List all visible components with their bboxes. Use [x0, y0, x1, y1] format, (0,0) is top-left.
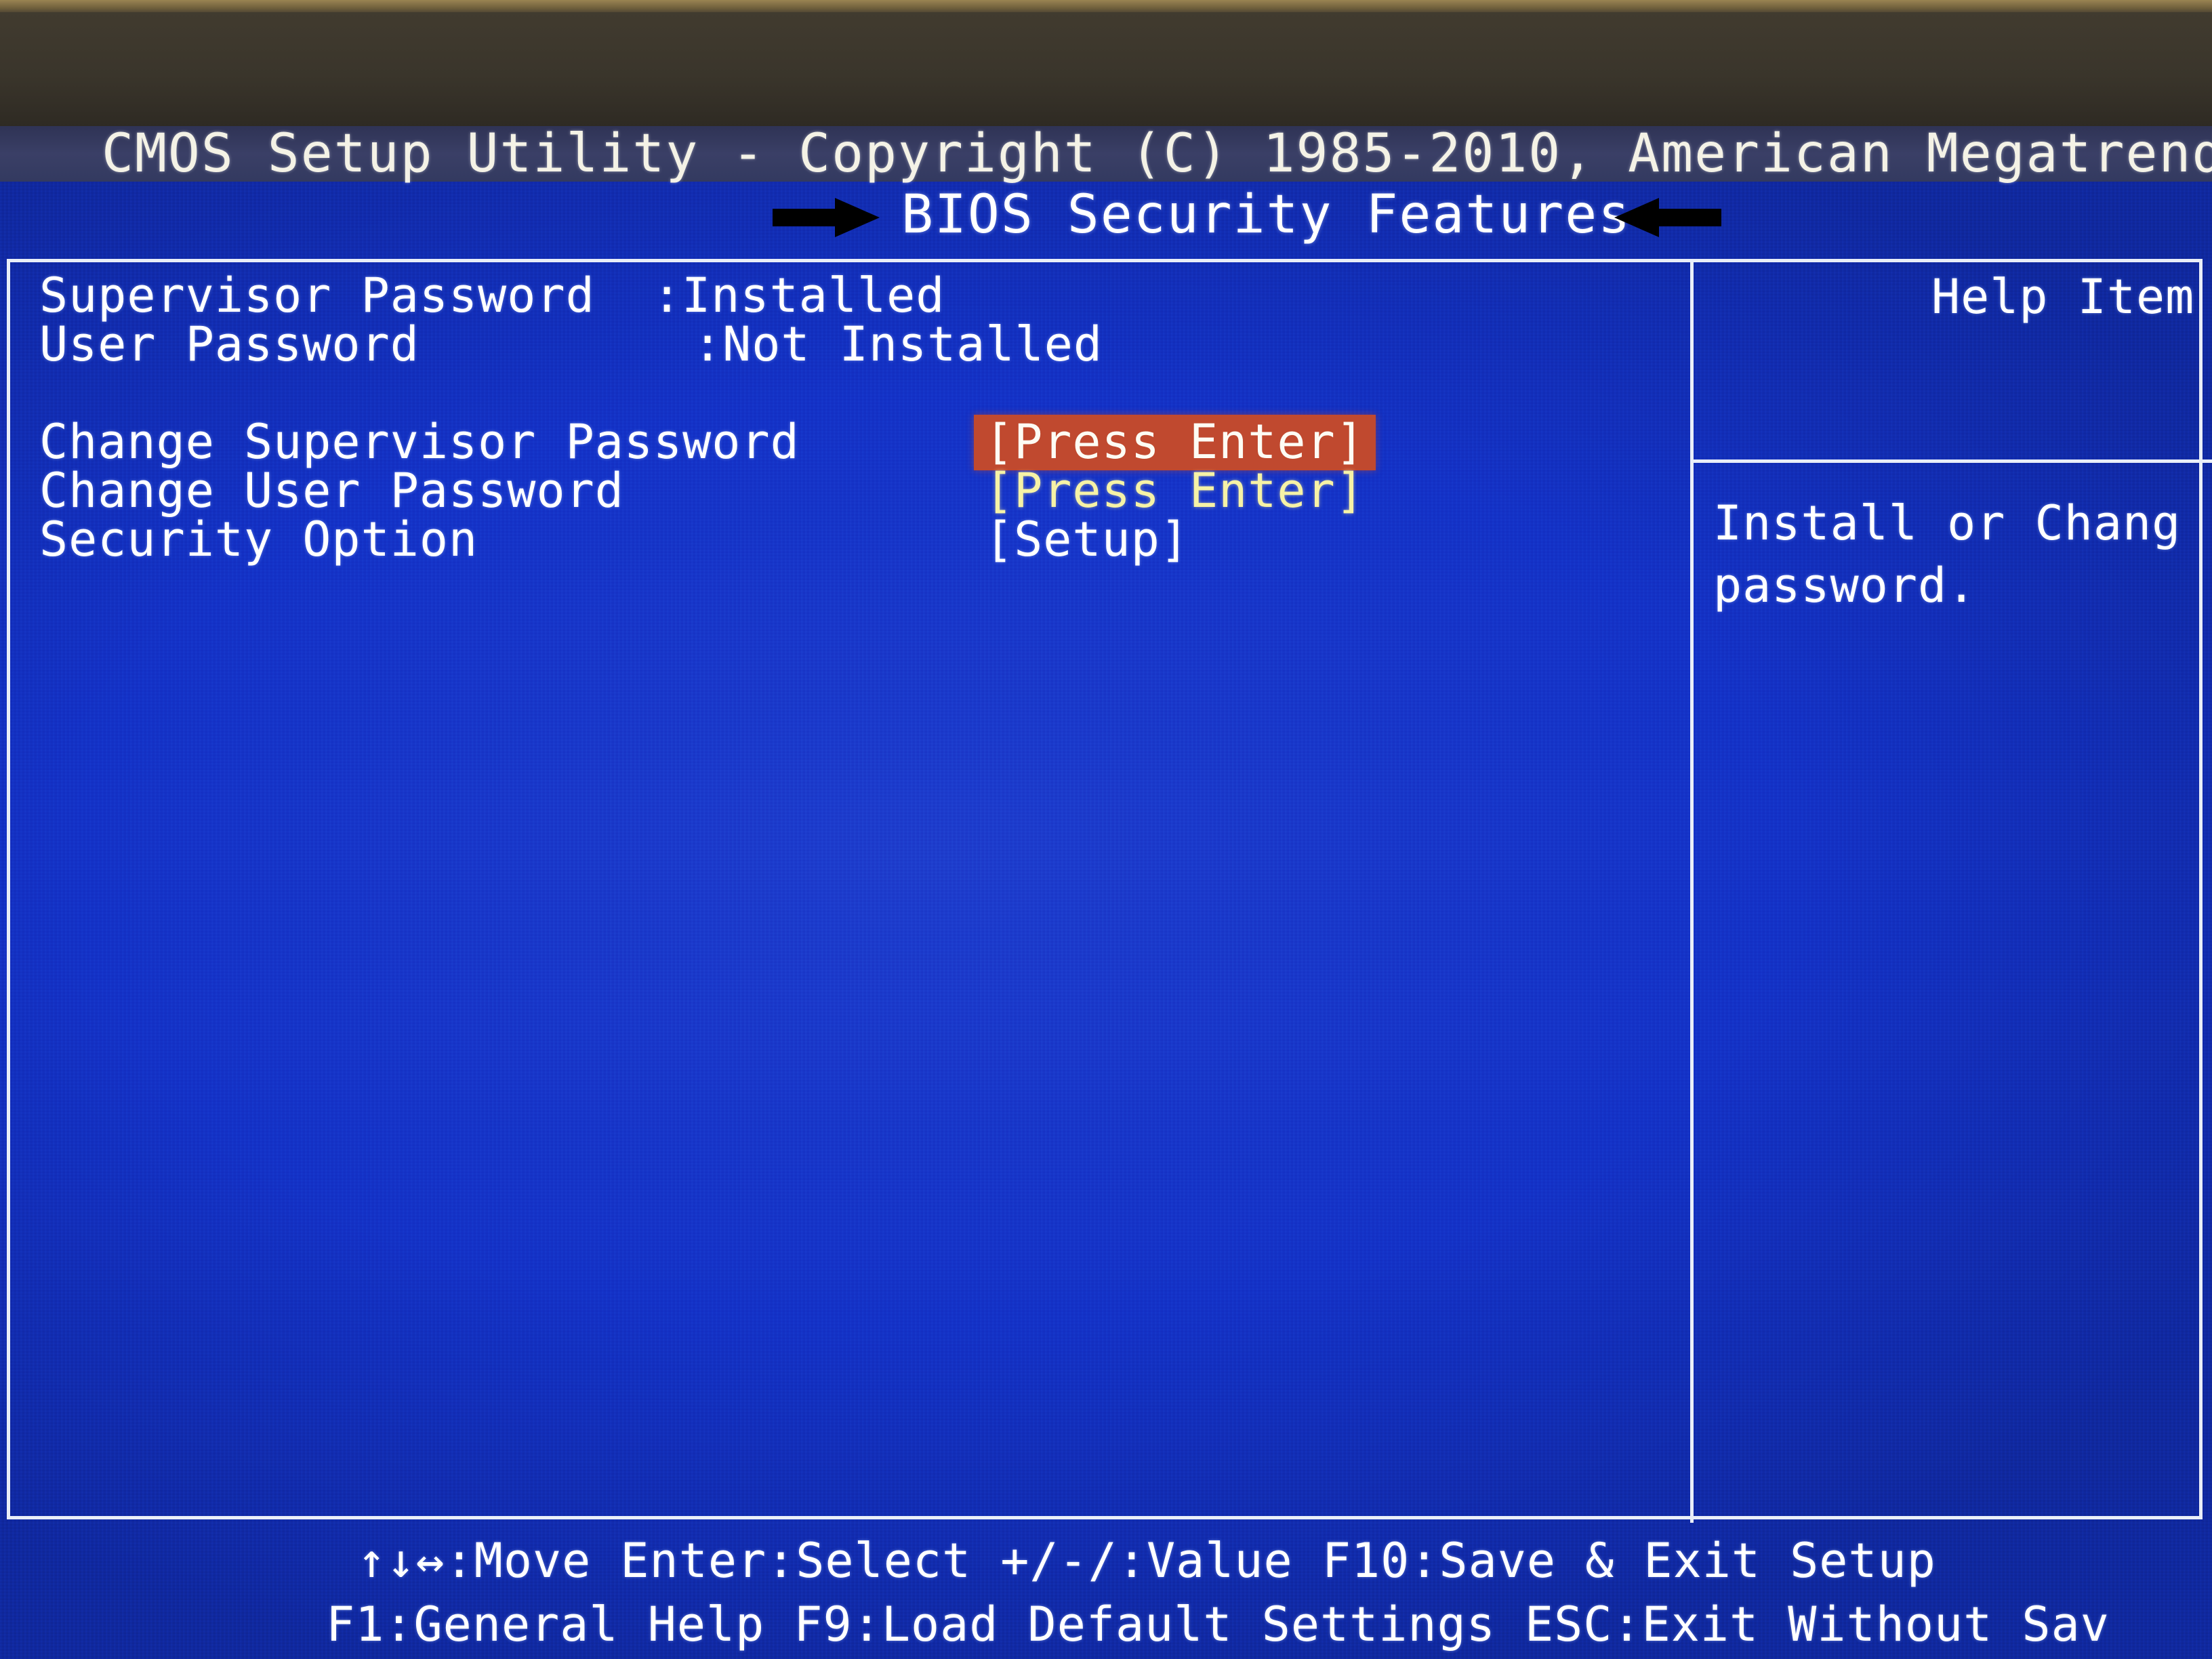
annotation-right-arrow-icon [773, 197, 881, 239]
bios-screen: CMOS Setup Utility - Copyright (C) 1985-… [0, 126, 2212, 1659]
change-supervisor-password-label: Change Supervisor Password [39, 414, 800, 470]
title-bar: CMOS Setup Utility - Copyright (C) 1985-… [0, 126, 2212, 184]
change-user-password-label: Change User Password [39, 463, 624, 518]
status-row-supervisor-password: Supervisor Password :Installed [39, 271, 1679, 320]
option-row-security-option[interactable]: Security Option [Setup] [39, 515, 1679, 564]
help-item-text: Install or Chang password. [1713, 492, 2212, 617]
monitor-bezel-body [0, 12, 2212, 127]
annotation-left-arrow-icon [1613, 197, 1721, 239]
security-option-value[interactable]: [Setup] [985, 515, 1189, 564]
footer-hints-line-1: ↑↓↔:Move Enter:Select +/-/:Value F10:Sav… [357, 1533, 1936, 1589]
settings-list: Supervisor Password :Installed User Pass… [39, 271, 1679, 564]
page-title: CMOS Setup Utility - Copyright (C) 1985-… [102, 126, 2212, 184]
status-row-user-password: User Password :Not Installed [39, 320, 1679, 369]
change-user-password-value[interactable]: [Press Enter] [985, 466, 1365, 515]
option-row-change-user-password[interactable]: Change User Password [Press Enter] [39, 466, 1679, 515]
monitor-bezel-top [0, 0, 2212, 14]
settings-spacer [39, 369, 1679, 417]
monitor-photo-frame: CMOS Setup Utility - Copyright (C) 1985-… [0, 0, 2212, 1659]
page-subtitle: BIOS Security Features [901, 184, 1632, 245]
help-item-line-1: Install or Chang [1713, 495, 2182, 551]
help-item-title: Help Item [1931, 269, 2195, 325]
change-supervisor-password-value[interactable]: [Press Enter] [974, 415, 1376, 470]
panel-vertical-divider [1690, 259, 1694, 1523]
supervisor-password-status: :Installed [653, 268, 945, 323]
option-row-change-supervisor-password[interactable]: Change Supervisor Password [Press Enter] [39, 414, 1679, 470]
user-password-label: User Password [39, 316, 419, 372]
footer-key-hints: ↑↓↔:Move Enter:Select +/-/:Value F10:Sav… [0, 1529, 2212, 1656]
page-subtitle-row: BIOS Security Features [0, 182, 2212, 256]
security-option-label: Security Option [39, 512, 478, 567]
help-panel-divider [1690, 459, 2212, 463]
footer-hints-line-2: F1:General Help F9:Load Default Settings… [326, 1597, 2110, 1652]
supervisor-password-label: Supervisor Password [39, 268, 595, 323]
help-item-line-2: password. [1713, 558, 1977, 613]
user-password-status: :Not Installed [693, 316, 1103, 372]
